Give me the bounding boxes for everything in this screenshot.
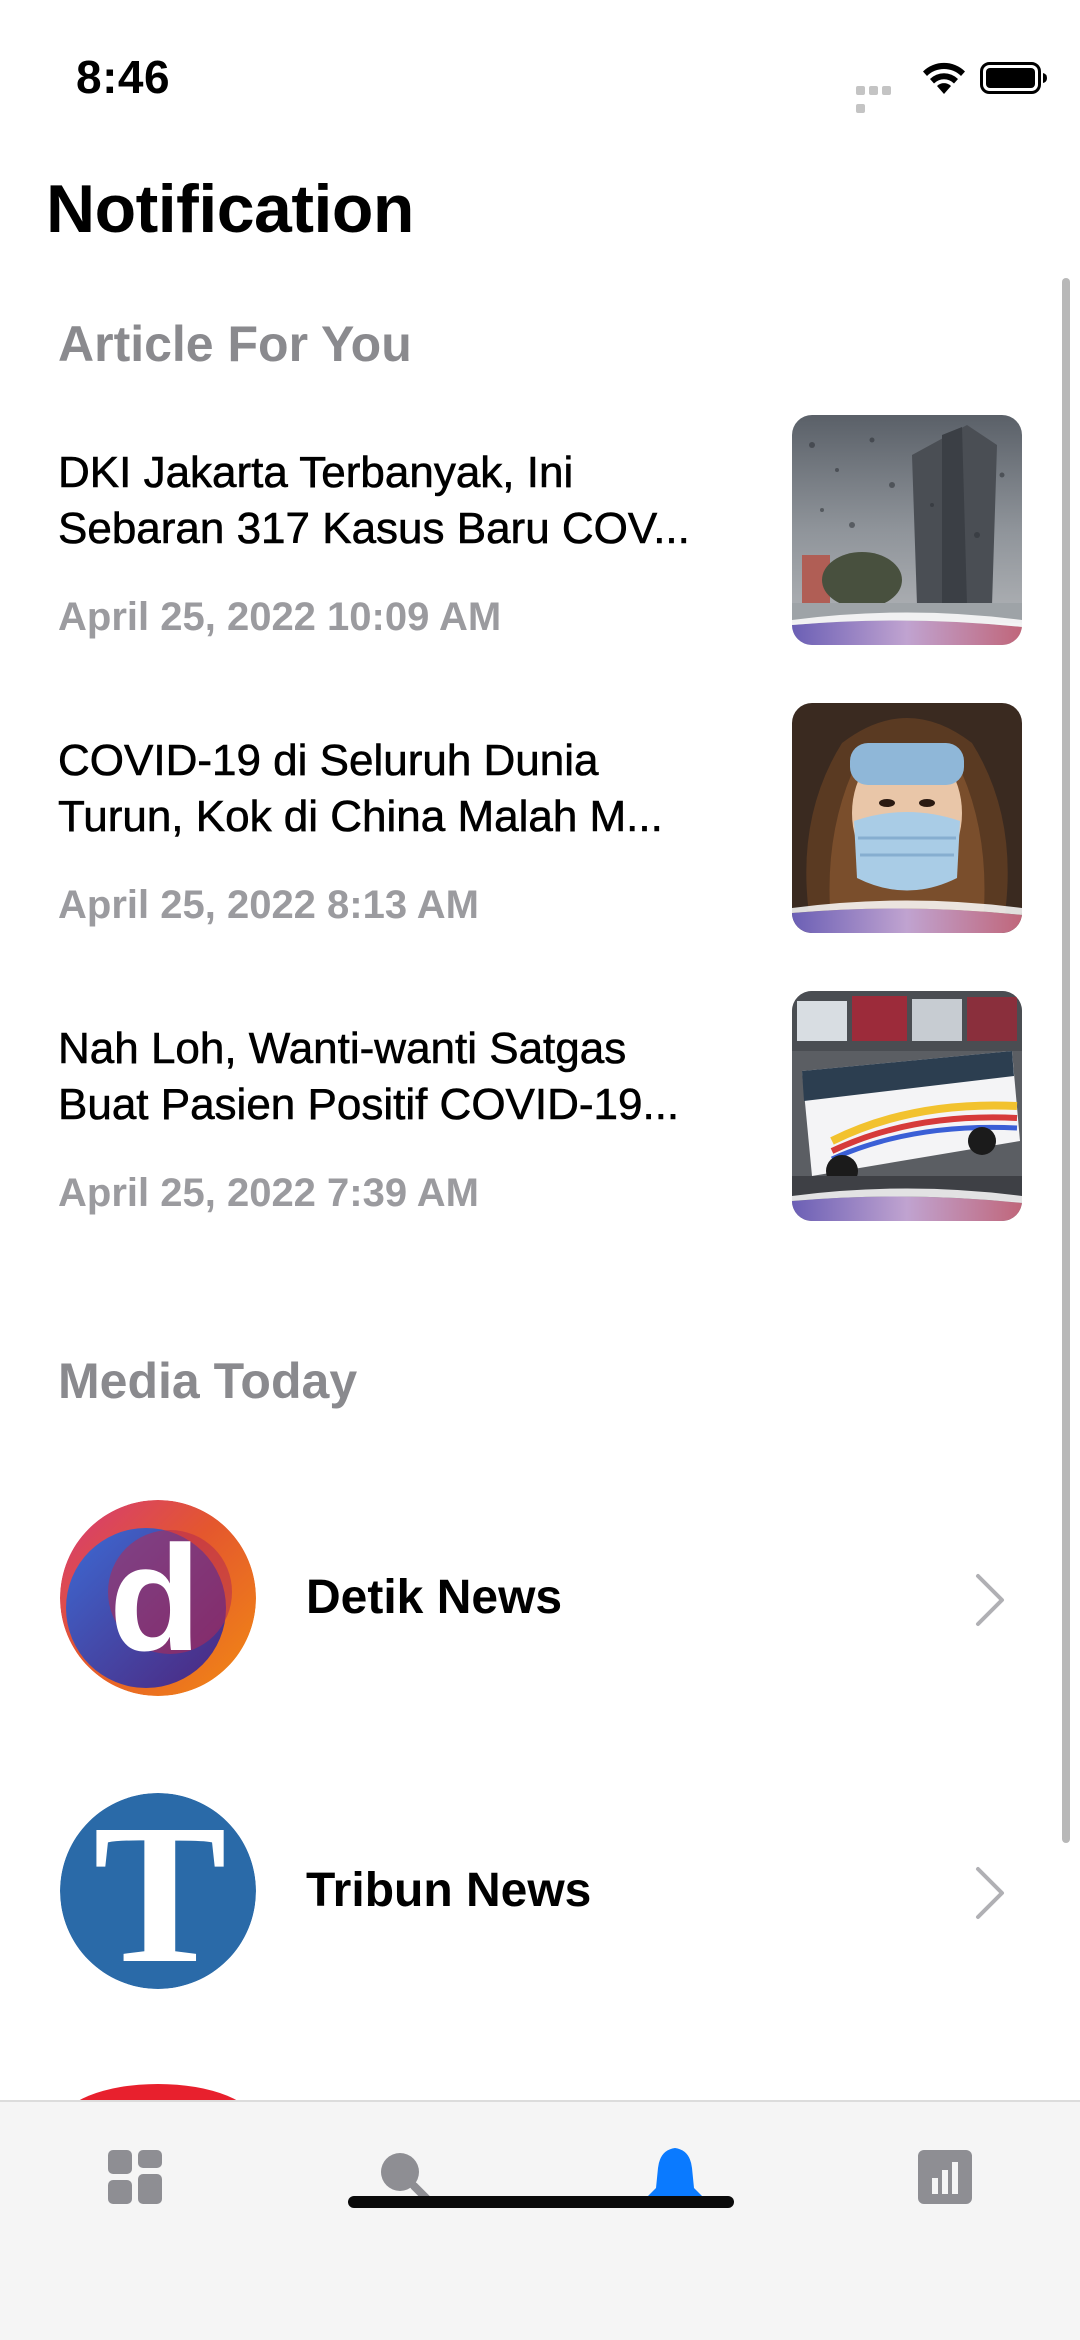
tab-statistics[interactable] [910,2142,980,2212]
rainy-city-photo-icon [792,415,1022,645]
battery-icon [980,62,1047,94]
section-header-media: Media Today [58,1353,358,1409]
tab-bar [0,2100,1080,2340]
notification-screen: 8:46 Notification Article For You DKI Ja… [0,0,1080,2340]
article-thumbnail [792,415,1022,645]
article-title: COVID-19 di Seluruh Dunia Turun, Kok di … [58,736,663,842]
media-name: Tribun News [306,1864,592,1917]
media-name: Detik News [306,1571,563,1624]
tab-dashboard[interactable] [100,2142,170,2212]
page-title: Notification [46,171,414,247]
media-item-tribun[interactable]: T Tribun News [0,1793,1080,1993]
article-item[interactable]: COVID-19 di Seluruh Dunia Turun, Kok di … [0,703,1040,973]
section-header-articles: Article For You [58,316,412,372]
detik-logo-icon: d [60,1500,256,1696]
article-date: April 25, 2022 8:13 AM [58,883,479,927]
bus-terminal-photo-icon [792,991,1022,1221]
chart-icon [918,2150,972,2204]
article-thumbnail [792,703,1022,933]
home-indicator[interactable] [348,2196,734,2208]
media-item-detik[interactable]: d Detik News [0,1500,1080,1700]
dashboard-icon [108,2150,162,2204]
article-date: April 25, 2022 7:39 AM [58,1171,479,1215]
status-time: 8:46 [76,51,171,103]
article-item[interactable]: DKI Jakarta Terbanyak, Ini Sebaran 317 K… [0,415,1040,685]
tribun-logo-icon: T [60,1793,256,1989]
cellular-signal-icon [856,82,906,113]
article-item[interactable]: Nah Loh, Wanti-wanti Satgas Buat Pasien … [0,991,1040,1261]
masked-woman-photo-icon [792,703,1022,933]
chevron-right-icon [976,1574,1004,1626]
article-title: Nah Loh, Wanti-wanti Satgas Buat Pasien … [58,1024,680,1130]
svg-text:T: T [93,1793,226,1989]
article-date: April 25, 2022 10:09 AM [58,595,502,639]
wifi-icon [923,62,965,94]
article-title: DKI Jakarta Terbanyak, Ini Sebaran 317 K… [58,448,690,554]
article-thumbnail [792,991,1022,1221]
chevron-right-icon [976,1867,1004,1919]
status-bar: 8:46 [0,0,1080,150]
svg-text:d: d [109,1514,201,1682]
